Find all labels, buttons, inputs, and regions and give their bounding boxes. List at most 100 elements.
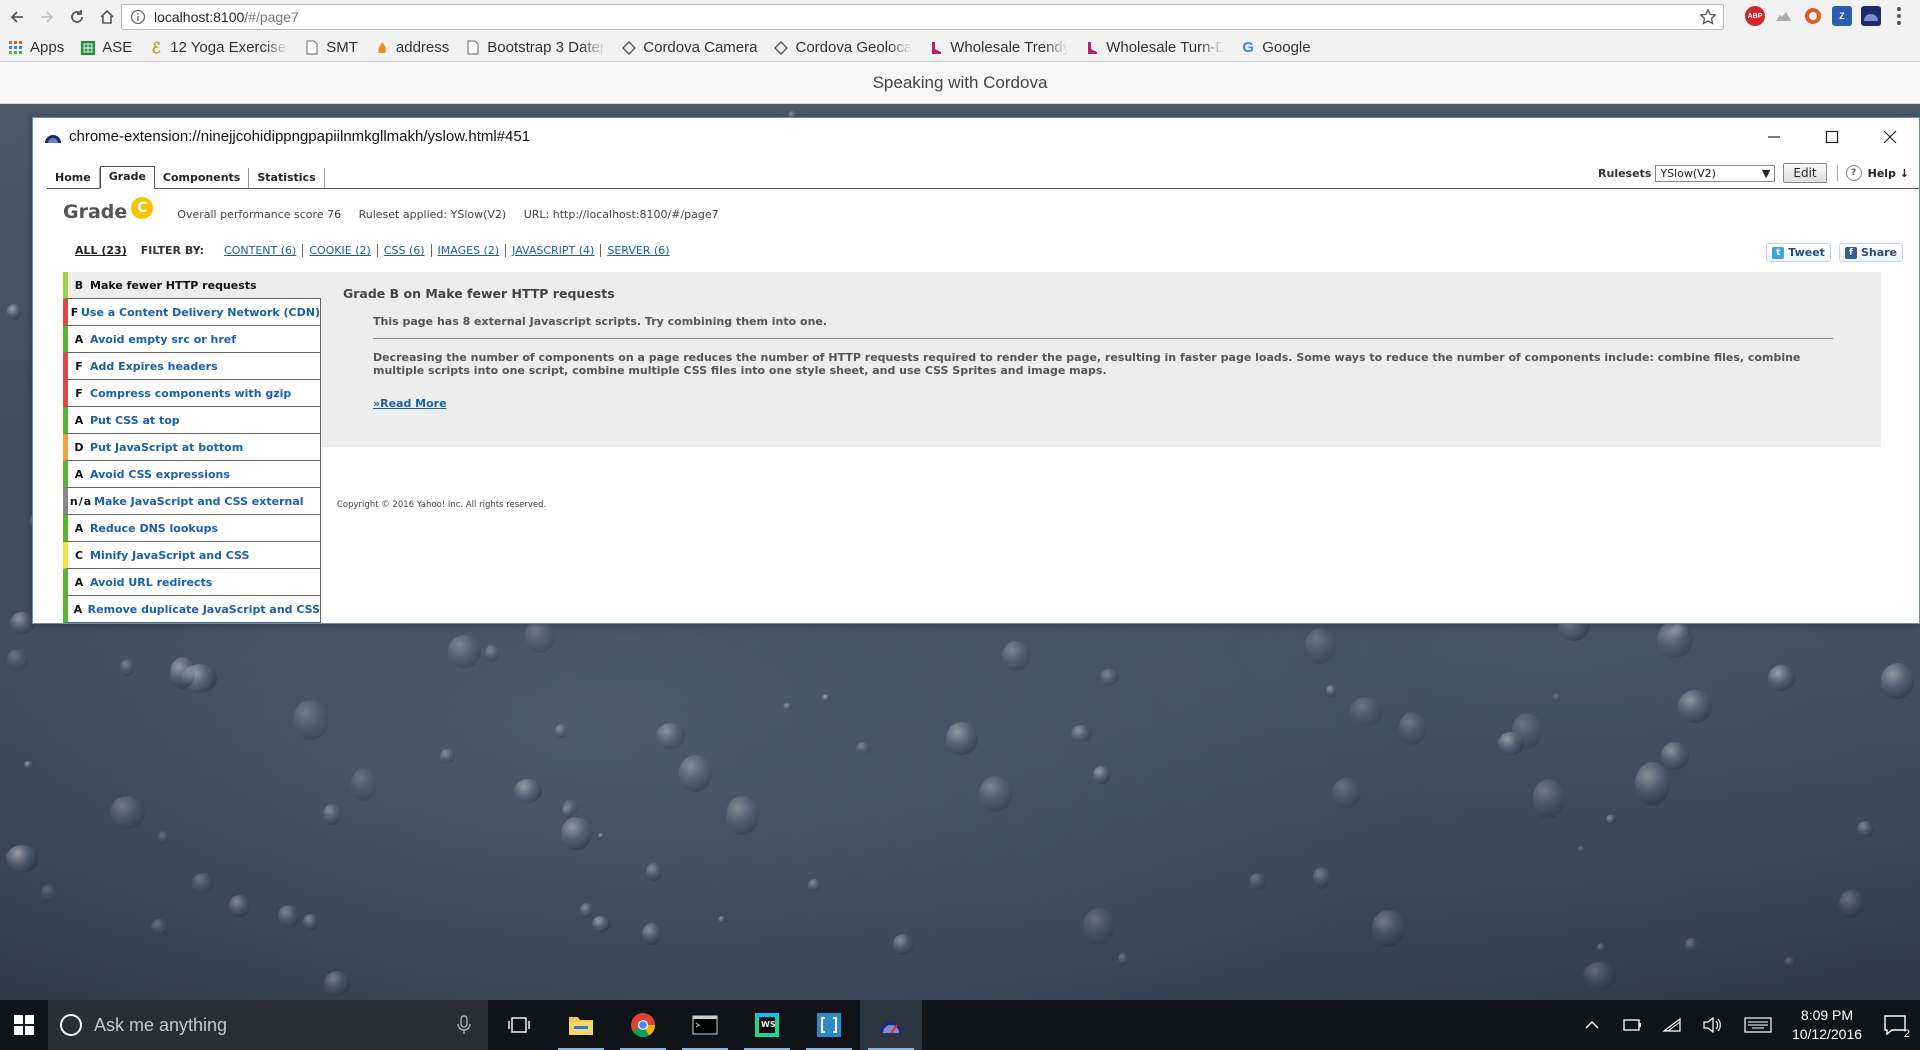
rain-drop bbox=[641, 922, 662, 946]
rule-item[interactable]: C Minify JavaScript and CSS bbox=[63, 542, 321, 569]
yslow-content: Home Grade Components Statistics Ruleset… bbox=[33, 155, 1919, 623]
read-more-link[interactable]: »Read More bbox=[373, 397, 447, 410]
cortana-search-box[interactable]: Ask me anything bbox=[48, 1000, 488, 1050]
rule-grade: D bbox=[74, 440, 84, 454]
system-clock[interactable]: 8:09 PM 10/12/2016 bbox=[1784, 1006, 1870, 1044]
help-button[interactable]: ? Help ↓ bbox=[1836, 165, 1909, 181]
filter-content[interactable]: CONTENT (6) bbox=[218, 244, 304, 257]
rule-name[interactable]: Avoid URL redirects bbox=[90, 576, 212, 589]
rule-item[interactable]: A Avoid URL redirects bbox=[63, 569, 321, 596]
close-button[interactable] bbox=[1861, 118, 1919, 155]
cloud-icon[interactable] bbox=[1774, 6, 1794, 26]
tweet-button[interactable]: t Tweet bbox=[1766, 243, 1831, 262]
action-center-button[interactable]: 2 bbox=[1870, 1000, 1920, 1050]
filter-images[interactable]: IMAGES (2) bbox=[432, 244, 507, 257]
rule-grade: B bbox=[74, 278, 84, 292]
ruleset-applied: Ruleset applied: YSlow(V2) bbox=[358, 207, 507, 221]
edit-button[interactable]: Edit bbox=[1783, 163, 1827, 183]
rule-item[interactable]: F Compress components with gzip bbox=[63, 380, 321, 407]
minimize-button[interactable] bbox=[1745, 118, 1803, 155]
rule-name[interactable]: Avoid empty src or href bbox=[90, 333, 236, 346]
filter-css[interactable]: CSS (6) bbox=[378, 244, 432, 257]
keyboard-icon[interactable] bbox=[1732, 1000, 1784, 1050]
tab-statistics[interactable]: Statistics bbox=[249, 168, 325, 188]
battery-icon[interactable] bbox=[1612, 1000, 1652, 1050]
start-button[interactable] bbox=[0, 1000, 48, 1050]
address-bar[interactable]: localhost:8100/#/page7 bbox=[121, 4, 1724, 30]
rule-name[interactable]: Remove duplicate JavaScript and CSS bbox=[88, 603, 320, 616]
rule-item[interactable]: A Avoid CSS expressions bbox=[63, 461, 321, 488]
task-view-icon[interactable] bbox=[488, 1000, 550, 1050]
yslow-taskbar-icon[interactable] bbox=[860, 1000, 922, 1050]
wifi-icon[interactable] bbox=[1652, 1000, 1692, 1050]
ruleset-select[interactable]: YSlow(V2) ▼ bbox=[1655, 164, 1776, 182]
maximize-button[interactable] bbox=[1803, 118, 1861, 155]
rule-grade: F bbox=[70, 305, 79, 319]
rule-name[interactable]: Reduce DNS lookups bbox=[90, 522, 218, 535]
rule-name[interactable]: Add Expires headers bbox=[90, 360, 218, 373]
bookmark-wholesale-turn[interactable]: Wholesale Turn-D bbox=[1084, 39, 1224, 56]
bookmark-star-icon[interactable] bbox=[1699, 8, 1717, 26]
rule-name[interactable]: Use a Content Delivery Network (CDN) bbox=[81, 306, 320, 319]
bookmark-cordova-geolocation[interactable]: Cordova Geoloca bbox=[773, 39, 912, 56]
rule-name[interactable]: Make fewer HTTP requests bbox=[90, 279, 257, 292]
bookmark-wholesale-trendy[interactable]: Wholesale Trendy bbox=[928, 39, 1068, 56]
reload-button[interactable] bbox=[64, 4, 90, 30]
info-icon[interactable] bbox=[130, 9, 146, 25]
filter-cookie[interactable]: COOKIE (2) bbox=[303, 244, 378, 257]
bookmark-address[interactable]: address bbox=[374, 39, 449, 56]
volume-icon[interactable] bbox=[1692, 1000, 1732, 1050]
tab-home[interactable]: Home bbox=[47, 168, 100, 188]
notification-count: 2 bbox=[1903, 1028, 1910, 1040]
bookmark-smt[interactable]: SMT bbox=[304, 39, 358, 56]
rain-drop bbox=[1839, 890, 1863, 919]
rule-item[interactable]: A Reduce DNS lookups bbox=[63, 515, 321, 542]
rule-name[interactable]: Avoid CSS expressions bbox=[90, 468, 230, 481]
bookmark-ase[interactable]: ASE bbox=[80, 39, 132, 56]
yslow-icon[interactable] bbox=[1861, 6, 1881, 26]
bookmark-apps[interactable]: Apps bbox=[8, 39, 64, 56]
rule-item[interactable]: A Put CSS at top bbox=[63, 407, 321, 434]
share-button[interactable]: f Share bbox=[1838, 243, 1903, 262]
rule-item[interactable]: B Make fewer HTTP requests bbox=[63, 272, 321, 299]
rain-drop bbox=[1249, 873, 1266, 890]
yoga-icon: ℰ bbox=[151, 39, 161, 57]
z-icon[interactable]: Z bbox=[1832, 6, 1852, 26]
tab-components[interactable]: Components bbox=[155, 168, 250, 188]
forward-button[interactable] bbox=[34, 4, 60, 30]
bookmark-google[interactable]: G Google bbox=[1240, 39, 1310, 56]
rule-item[interactable]: F Use a Content Delivery Network (CDN) bbox=[63, 299, 321, 326]
tab-grade[interactable]: Grade bbox=[99, 166, 155, 189]
rule-name[interactable]: Put CSS at top bbox=[90, 414, 180, 427]
home-button[interactable] bbox=[94, 4, 120, 30]
rule-item[interactable]: D Put JavaScript at bottom bbox=[63, 434, 321, 461]
rule-item[interactable]: A Avoid empty src or href bbox=[63, 326, 321, 353]
filter-server[interactable]: SERVER (6) bbox=[601, 244, 675, 257]
rule-name[interactable]: Minify JavaScript and CSS bbox=[90, 549, 249, 562]
back-button[interactable] bbox=[4, 4, 30, 30]
adblock-icon[interactable]: ABP bbox=[1745, 6, 1765, 26]
chrome-icon[interactable] bbox=[612, 1000, 674, 1050]
brackets-icon[interactable] bbox=[798, 1000, 860, 1050]
shield-icon[interactable] bbox=[1803, 6, 1823, 26]
filter-all[interactable]: ALL (23) bbox=[75, 244, 127, 257]
rule-name[interactable]: Make JavaScript and CSS external bbox=[94, 495, 304, 508]
bookmark-cordova-camera[interactable]: Cordova Camera bbox=[621, 39, 757, 56]
file-explorer-icon[interactable] bbox=[550, 1000, 612, 1050]
bookmark-bootstrap[interactable]: Bootstrap 3 Datep bbox=[465, 39, 605, 56]
spreadsheet-icon bbox=[80, 40, 96, 56]
microphone-icon[interactable] bbox=[456, 1015, 472, 1035]
chevron-up-icon[interactable] bbox=[1572, 1000, 1612, 1050]
chrome-menu-icon[interactable] bbox=[1890, 5, 1908, 27]
rule-item[interactable]: A Remove duplicate JavaScript and CSS bbox=[63, 596, 321, 623]
rules-list: B Make fewer HTTP requests F Use a Content … bbox=[63, 272, 321, 623]
rule-item[interactable]: F Add Expires headers bbox=[63, 353, 321, 380]
webstorm-icon[interactable]: WS bbox=[736, 1000, 798, 1050]
filter-javascript[interactable]: JAVASCRIPT (4) bbox=[506, 244, 602, 257]
terminal-icon[interactable] bbox=[674, 1000, 736, 1050]
rule-name[interactable]: Compress components with gzip bbox=[90, 387, 291, 400]
rain-drop bbox=[717, 915, 727, 924]
bookmark-yoga[interactable]: ℰ 12 Yoga Exercises bbox=[148, 39, 289, 57]
rule-name[interactable]: Put JavaScript at bottom bbox=[90, 441, 243, 454]
rule-item[interactable]: n/a Make JavaScript and CSS external bbox=[63, 488, 321, 515]
